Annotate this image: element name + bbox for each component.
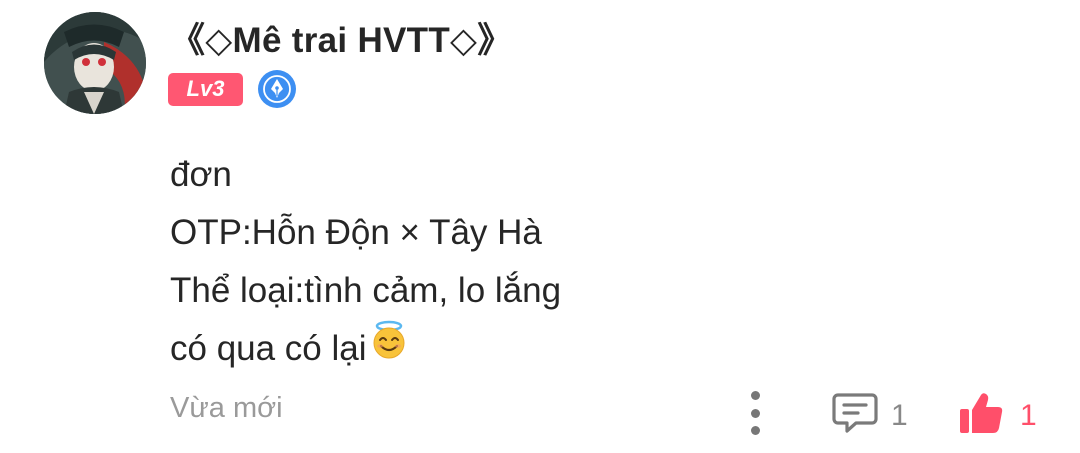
reply-count: 1 [891,398,908,432]
fountain-pen-icon[interactable] [258,70,296,108]
more-vertical-icon-dot [750,408,760,418]
reply-button[interactable]: 1 [832,392,908,439]
username[interactable]: 《◇Mê trai HVTT◇》 [170,12,513,63]
content-line-with-emoji: có qua có lại [170,320,561,378]
content-line: OTP:Hỗn Độn × Tây Hà [170,213,542,252]
more-vertical-icon [750,391,760,400]
more-vertical-icon-dot [750,426,760,435]
smiling-face-with-halo-icon [369,320,409,378]
thumbs-up-icon [958,390,1004,441]
like-button[interactable]: 1 [958,390,1037,441]
user-badges: Lv3 [168,70,296,108]
comment-icon [832,392,878,439]
content-line: đơn [170,155,232,194]
user-avatar[interactable] [44,12,146,114]
level-badge[interactable]: Lv3 [168,72,243,106]
content-line: có qua có lại [170,329,367,368]
content-line: Thể loại:tình cảm, lo lắng [170,271,562,310]
timestamp: Vừa mới [170,392,283,424]
like-count: 1 [1020,398,1037,432]
more-options-button[interactable] [742,391,768,435]
comment-content: đơn OTP:Hỗn Độn × Tây Hà Thể loại:tình c… [170,146,561,378]
